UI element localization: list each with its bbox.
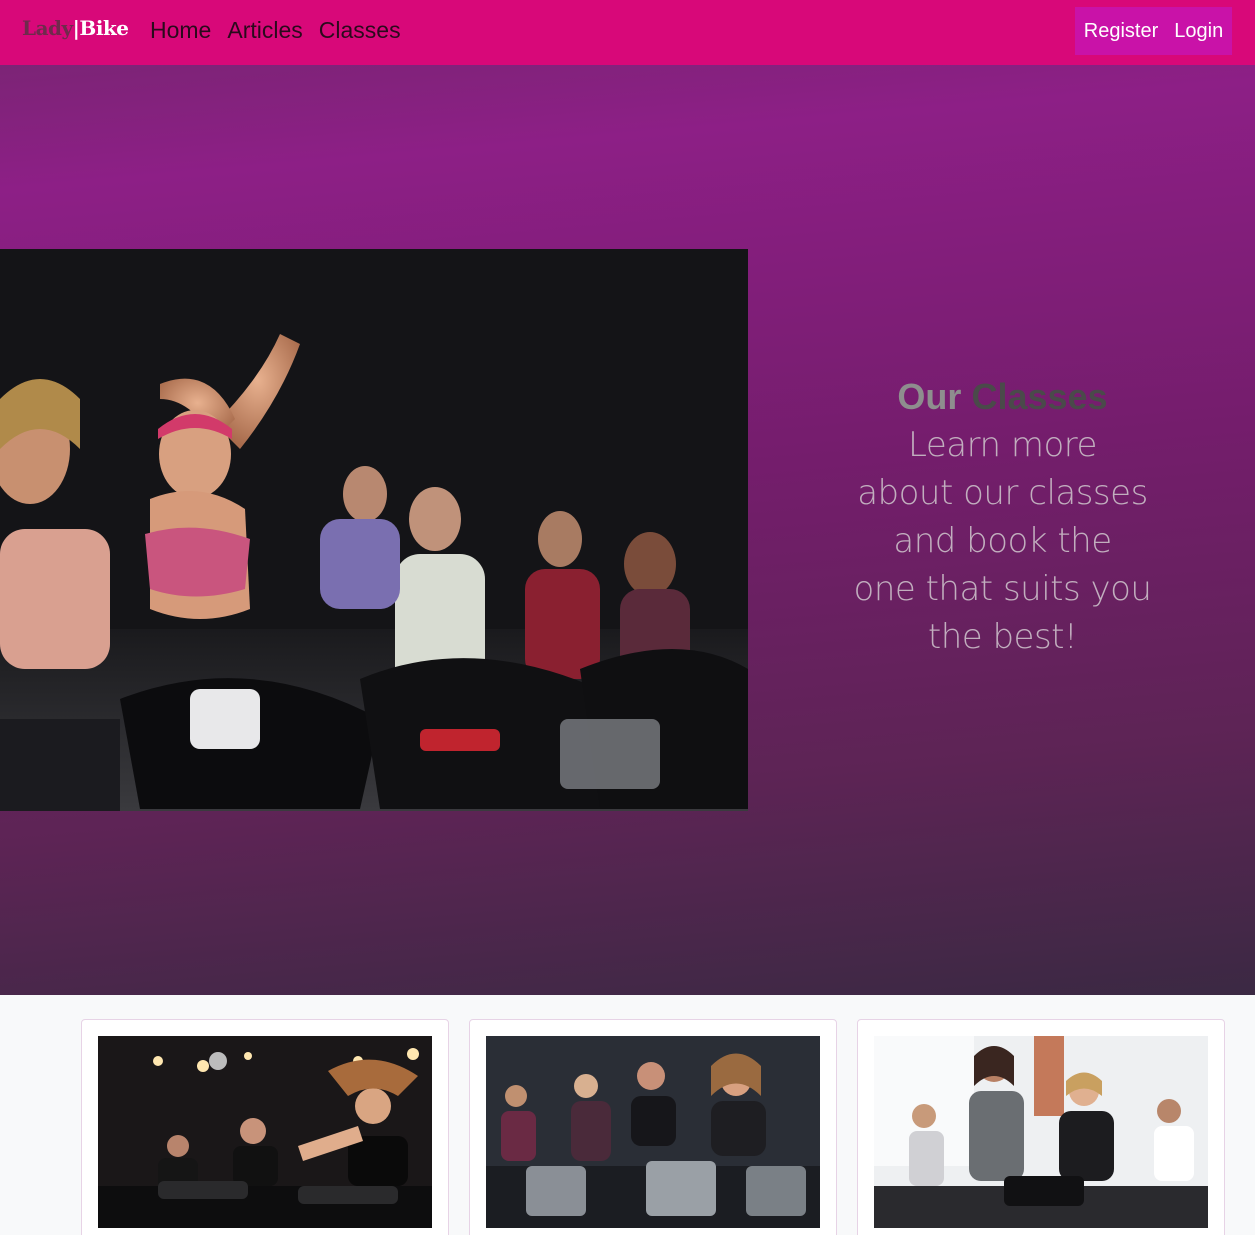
hero-subtitle: Learn more about our classes and book th… (845, 421, 1160, 661)
brand-part-lady: Lady (22, 16, 73, 40)
hero-subtitle-line: the best! (927, 617, 1078, 657)
brand-part-bike: |Bike (72, 16, 129, 40)
hero-subtitle-line: Learn more (908, 425, 1097, 465)
hero-section: Our Classes Learn more about our classes… (0, 65, 1255, 995)
nav-link-classes[interactable]: Classes (319, 17, 401, 44)
login-link[interactable]: Login (1174, 20, 1223, 43)
auth-box: Register Login (1075, 7, 1232, 55)
nav-link-articles[interactable]: Articles (227, 17, 302, 44)
class-card[interactable] (81, 1019, 449, 1235)
spin-class-photo (486, 1036, 820, 1228)
brand-logo[interactable]: Lady|Bike (22, 16, 129, 40)
class-cards (0, 995, 1255, 1235)
hero-heading-word1: Our (897, 376, 962, 417)
spin-class-photo (98, 1036, 432, 1228)
hero-heading: Our Classes (845, 373, 1160, 421)
class-card-image (98, 1036, 432, 1228)
hero-subtitle-line: one that suits you (853, 569, 1152, 609)
nav-link-home[interactable]: Home (150, 17, 211, 44)
class-card[interactable] (469, 1019, 837, 1235)
class-card[interactable] (857, 1019, 1225, 1235)
hero-text: Our Classes Learn more about our classes… (845, 373, 1160, 661)
spin-class-photo (0, 249, 748, 811)
nav-links: Home Articles Classes (150, 17, 401, 44)
hero-heading-word2: Classes (971, 376, 1108, 417)
register-link[interactable]: Register (1084, 20, 1158, 43)
hero-subtitle-line: and book the (893, 521, 1112, 561)
class-card-image (874, 1036, 1208, 1228)
class-card-image (486, 1036, 820, 1228)
hero-subtitle-line: about our classes (857, 473, 1148, 513)
spin-class-photo (874, 1036, 1208, 1228)
navbar: Lady|Bike Home Articles Classes Register… (0, 0, 1255, 65)
hero-image (0, 249, 748, 811)
